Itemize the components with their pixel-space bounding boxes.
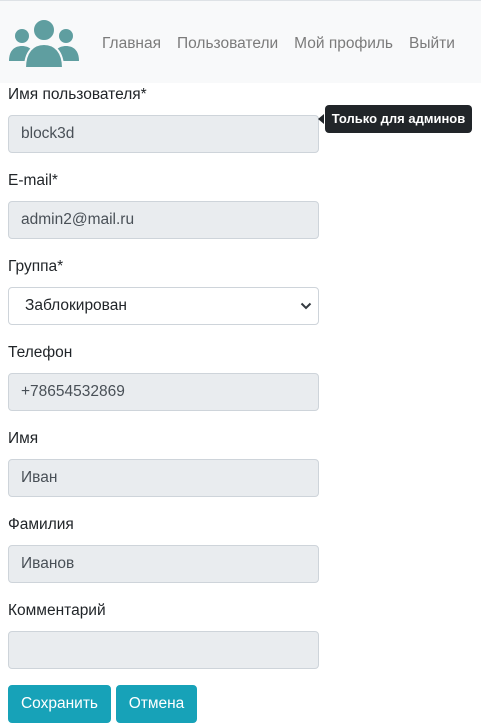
nav-link-logout[interactable]: Выйти: [409, 35, 455, 53]
nav-links: Главная Пользователи Мой профиль Выйти: [102, 35, 455, 53]
navbar: Главная Пользователи Мой профиль Выйти: [0, 0, 481, 83]
nav-link-users[interactable]: Пользователи: [177, 35, 278, 53]
last-name-label: Фамилия: [8, 516, 74, 533]
group-select-value: Заблокирован: [25, 297, 127, 314]
users-group-icon[interactable]: [8, 17, 80, 69]
phone-field[interactable]: [8, 373, 319, 411]
group-select[interactable]: Заблокирован: [8, 287, 319, 325]
comment-label: Комментарий: [8, 602, 106, 619]
cancel-button[interactable]: Отмена: [116, 685, 197, 723]
save-button[interactable]: Сохранить: [8, 685, 111, 723]
nav-link-my-profile[interactable]: Мой профиль: [294, 35, 393, 53]
email-field[interactable]: [8, 201, 319, 239]
username-label: Имя пользователя*: [8, 86, 147, 103]
last-name-field[interactable]: [8, 545, 319, 583]
phone-label: Телефон: [8, 344, 73, 361]
tooltip-text: Только для админов: [325, 105, 472, 133]
group-label: Группа*: [8, 258, 64, 275]
email-label: E-mail*: [8, 172, 58, 189]
comment-field[interactable]: [8, 631, 319, 669]
nav-link-home[interactable]: Главная: [102, 35, 161, 53]
tooltip-arrow: [318, 114, 324, 124]
chevron-down-icon: [300, 302, 312, 310]
first-name-label: Имя: [8, 430, 39, 447]
username-field[interactable]: [8, 115, 319, 153]
first-name-field[interactable]: [8, 459, 319, 497]
